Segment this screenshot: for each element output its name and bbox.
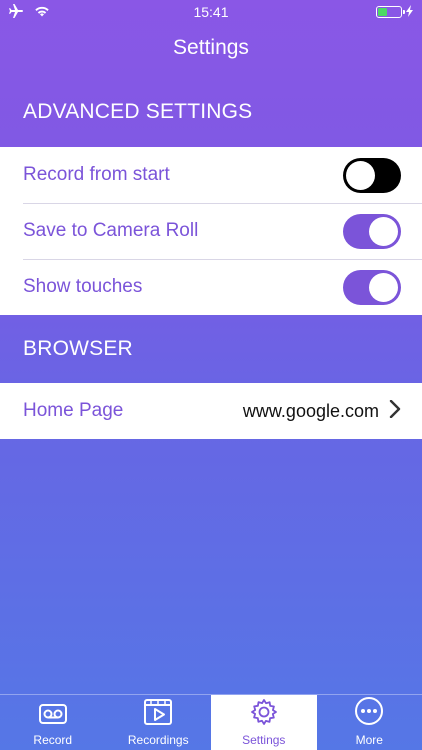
row-label: Save to Camera Roll	[23, 220, 199, 241]
section-header-browser: BROWSER	[23, 337, 133, 360]
home-page-value: www.google.com	[242, 400, 379, 421]
row-record-from-start: Record from start	[0, 147, 422, 203]
chevron-right-icon	[389, 399, 401, 423]
tab-label: Settings	[242, 733, 286, 747]
battery-icon	[376, 6, 405, 18]
battery-level	[378, 8, 387, 16]
tab-record[interactable]: Record	[0, 695, 106, 750]
record-from-start-toggle[interactable]	[343, 157, 401, 193]
row-show-touches: Show touches	[0, 259, 422, 315]
row-label: Home Page	[23, 400, 124, 421]
tab-bar: Record Recordings Settings More	[0, 694, 422, 750]
toggle-knob	[346, 160, 375, 190]
toggle-knob	[369, 272, 398, 302]
status-bar: 15:41	[0, 0, 422, 24]
tab-settings[interactable]: Settings	[211, 695, 317, 750]
section-header-advanced: ADVANCED SETTINGS	[23, 100, 253, 123]
row-label: Show touches	[23, 276, 143, 297]
gear-icon	[250, 698, 278, 733]
row-save-to-camera-roll: Save to Camera Roll	[0, 203, 422, 259]
cassette-icon	[38, 702, 68, 733]
tab-more[interactable]: More	[317, 695, 422, 750]
show-touches-toggle[interactable]	[343, 269, 401, 305]
tab-recordings[interactable]: Recordings	[106, 695, 212, 750]
tab-label: Record	[33, 733, 73, 747]
tab-label: More	[355, 733, 383, 747]
advanced-settings-group: Record from start Save to Camera Roll Sh…	[0, 147, 422, 315]
browser-settings-group: Home Page www.google.com	[0, 383, 422, 439]
save-to-camera-roll-toggle[interactable]	[343, 213, 401, 249]
film-play-icon	[143, 698, 173, 733]
tab-label: Recordings	[127, 733, 189, 747]
more-dots-icon	[354, 696, 384, 733]
toggle-knob	[369, 216, 398, 246]
page-title: Settings	[173, 36, 249, 59]
status-time: 15:41	[193, 4, 229, 20]
row-label: Record from start	[23, 164, 170, 185]
row-home-page[interactable]: Home Page www.google.com	[0, 383, 422, 439]
